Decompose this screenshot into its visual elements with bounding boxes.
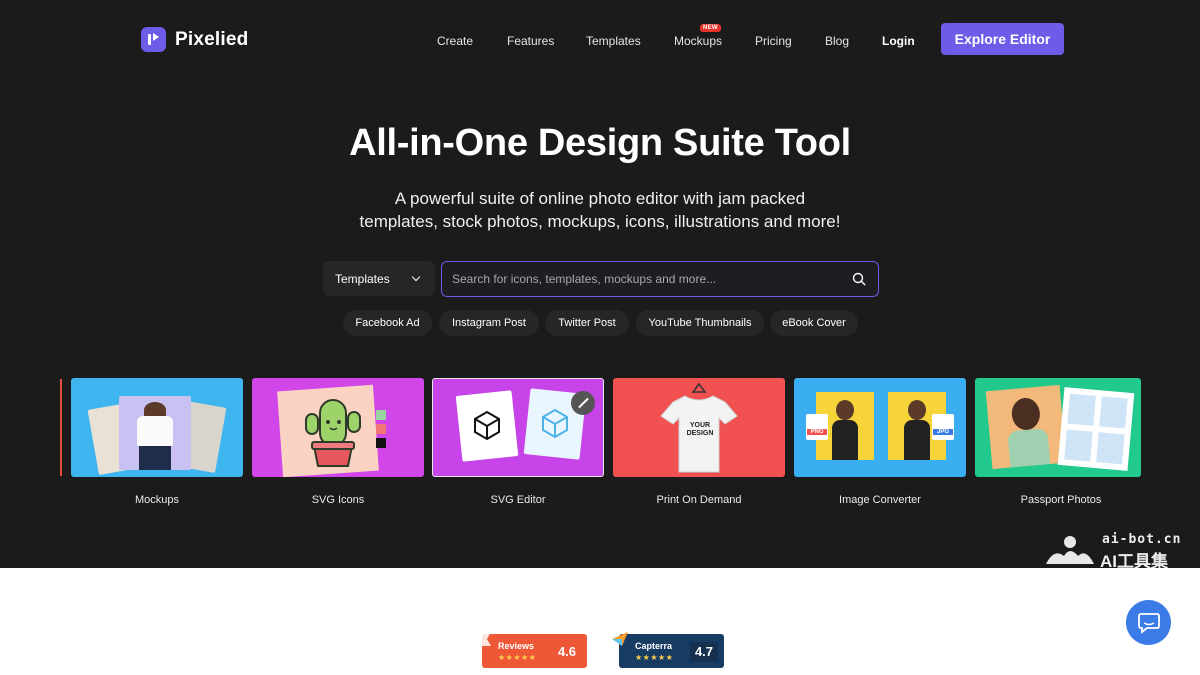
nav-login[interactable]: Login [882,34,915,48]
capterra-review-badge[interactable]: Capterra ★★★★★ 4.7 [612,632,724,668]
card-label-print-on-demand: Print On Demand [656,494,742,506]
capterra-score: 4.7 [690,642,718,662]
nav-pricing[interactable]: Pricing [755,34,792,48]
card-passport-photos[interactable] [975,378,1141,477]
card-print-on-demand[interactable]: YOUR DESIGN [613,378,785,477]
g2-score: 4.6 [553,642,581,662]
hero-subtitle: A powerful suite of online photo editor … [0,187,1200,233]
card-label-image-converter: Image Converter [839,494,921,506]
tshirt-print-text: YOUR DESIGN [686,422,714,437]
card-svg-icons[interactable] [252,378,424,477]
hero-title: All-in-One Design Suite Tool [349,122,851,164]
swatch-black [376,438,386,448]
capterra-flag-icon [612,632,628,646]
nav-mockups[interactable]: Mockups [674,34,722,48]
nav-features[interactable]: Features [507,34,554,48]
mockup-photo-center [119,396,191,470]
nav-templates[interactable]: Templates [586,34,641,48]
cactus-icon [305,399,361,467]
search-type-value: Templates [335,271,390,286]
hero-subtitle-line1: A powerful suite of online photo editor … [394,189,806,208]
capterra-review-name: Capterra [635,641,673,651]
chat-support-button[interactable] [1126,600,1171,645]
chip-twitter-post[interactable]: Twitter Post [545,310,629,336]
g2-review-name: Reviews [498,641,535,651]
watermark-domain: ai-bot.cn [1102,532,1182,547]
passport-photo-sheet [1057,387,1135,471]
watermark: ai-bot.cn AI工具集 [1044,528,1200,571]
g2-stars: ★★★★★ [498,653,537,662]
card-label-svg-editor: SVG Editor [490,494,546,506]
chevron-down-icon [411,272,421,282]
chat-bubble-icon [1137,612,1160,634]
cube-outline-icon [474,410,500,441]
chip-facebook-ad[interactable]: Facebook Ad [343,310,432,336]
search-type-dropdown[interactable]: Templates [323,261,435,296]
swatch-red [376,424,386,434]
png-file-icon: PNG [806,414,828,440]
carousel-edge [60,379,62,476]
chip-instagram-post[interactable]: Instagram Post [439,310,539,336]
card-image-converter[interactable]: PNG JPG [794,378,966,477]
new-badge: NEW [700,24,721,32]
search-input[interactable] [452,272,842,286]
watermark-title: AI工具集 [1100,552,1168,571]
card-label-svg-icons: SVG Icons [311,494,365,506]
jpg-file-icon: JPG [932,414,954,440]
g2-flag-icon [475,632,491,646]
card-svg-editor[interactable] [432,378,604,477]
chip-ebook-cover[interactable]: eBook Cover [770,310,858,336]
search-icon[interactable] [852,272,866,286]
watermark-logo-icon [1046,536,1094,564]
suggestion-chips: Facebook Ad Instagram Post Twitter Post … [0,310,1200,336]
passport-photo-main [985,384,1067,470]
chip-youtube-thumbnails[interactable]: YouTube Thumbnails [636,310,764,336]
search-box [441,261,879,297]
nav-blog[interactable]: Blog [825,34,849,48]
hero-subtitle-line2: templates, stock photos, mockups, icons,… [359,212,841,231]
explore-editor-button[interactable]: Explore Editor [941,23,1064,55]
cube-blue-icon [542,408,568,439]
swatch-green [376,410,386,420]
card-label-passport-photos: Passport Photos [1020,494,1102,506]
nav-create[interactable]: Create [437,34,473,48]
capterra-stars: ★★★★★ [635,653,674,662]
g2-review-badge[interactable]: Reviews ★★★★★ 4.6 [475,632,587,668]
edit-pencil-icon [571,391,595,415]
card-label-mockups: Mockups [134,494,180,506]
card-mockups[interactable] [71,378,243,477]
